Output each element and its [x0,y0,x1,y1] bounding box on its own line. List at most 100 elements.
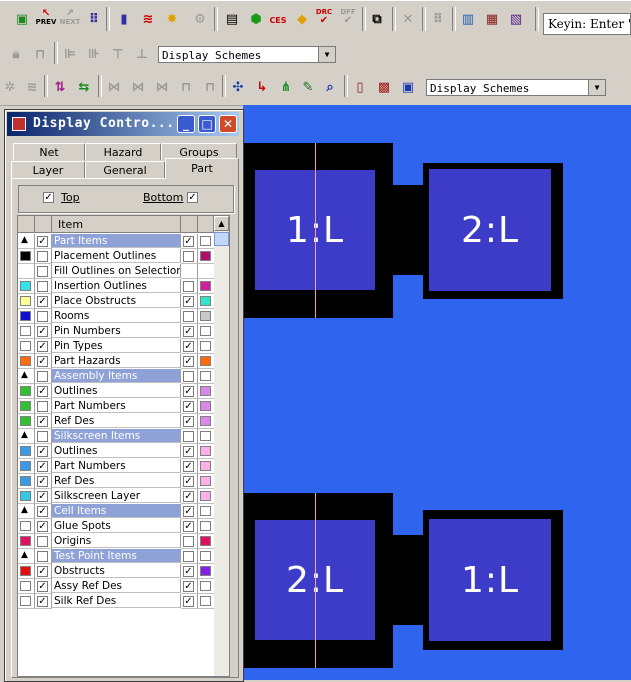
visibility-checkbox[interactable] [37,251,48,262]
expand-cell[interactable]: ▲ [18,234,35,249]
keyin-field[interactable]: Keyin: Enter ' [543,13,631,35]
item-row[interactable]: ✓ Part Numbers ✓ [18,459,214,474]
color-swatch[interactable] [200,461,211,471]
visibility-checkbox[interactable]: ✓ [37,356,48,367]
secondary-color-cell[interactable] [198,399,214,414]
swap-pins-icon[interactable]: ⇅ [50,77,70,97]
visibility-checkbox[interactable]: ✓ [37,296,48,307]
color-cell[interactable] [18,534,35,549]
visibility-checkbox[interactable] [37,311,48,322]
item-row[interactable]: ✓ Silkscreen Layer ✓ [18,489,214,504]
visibility-checkbox[interactable] [37,281,48,292]
color-swatch[interactable] [200,476,211,486]
secondary-color-cell[interactable] [198,489,214,504]
visibility-checkbox[interactable] [37,401,48,412]
secondary-checkbox[interactable] [183,251,194,262]
secondary-color-cell[interactable] [198,294,214,309]
probe-icon[interactable]: ✎ [298,77,318,97]
tab-net[interactable]: Net [13,143,85,160]
align-left-icon[interactable]: ⊫ [60,44,80,64]
secondary-checkbox[interactable] [183,281,194,292]
color-swatch[interactable] [20,416,31,426]
item-row[interactable]: ✓ Assy Ref Des ✓ [18,579,214,594]
fanout-icon[interactable]: ✸ [162,9,182,29]
visibility-checkbox[interactable]: ✓ [37,326,48,337]
tool-lock-icon[interactable]: ⊓ [176,77,196,97]
color-swatch[interactable] [200,551,211,561]
secondary-checkbox[interactable] [183,431,194,442]
secondary-color-cell[interactable] [198,429,214,444]
tool-a-icon[interactable]: ⋈ [104,77,124,97]
tab-layer[interactable]: Layer [11,161,85,178]
disabled-tool-icon[interactable]: ⚙ [190,9,210,29]
group-row[interactable]: ▲ ✓ Part Items ✓ [18,234,214,249]
visibility-checkbox[interactable]: ✓ [37,386,48,397]
item-row[interactable]: Fill Outlines on Selection [18,264,214,279]
tool-c-icon[interactable]: ⋈ [152,77,172,97]
group-row[interactable]: ▲ Test Point Items [18,549,214,564]
color-swatch[interactable] [200,296,211,306]
color-swatch[interactable] [200,356,211,366]
secondary-color-cell[interactable] [198,504,214,519]
visibility-checkbox[interactable]: ✓ [37,581,48,592]
collapse-arrow-icon[interactable]: ▲ [21,505,28,515]
color-cell[interactable] [18,309,35,324]
secondary-checkbox[interactable]: ✓ [183,491,194,502]
item-row[interactable]: ✓ Pin Types ✓ [18,339,214,354]
swap-gates-icon[interactable]: ⇆ [74,77,94,97]
color-swatch[interactable] [200,251,211,261]
color-cell[interactable] [18,474,35,489]
visibility-checkbox[interactable]: ✓ [37,341,48,352]
secondary-checkbox[interactable]: ✓ [183,386,194,397]
secondary-checkbox[interactable]: ✓ [183,566,194,577]
secondary-color-cell[interactable] [198,594,214,609]
minimize-button[interactable]: _ [177,115,195,133]
top-checkbox[interactable]: ✓ [43,192,54,203]
chevron-down-icon[interactable]: ▼ [588,80,605,95]
properties-icon[interactable]: ▤ [222,9,242,29]
secondary-checkbox[interactable]: ✓ [183,401,194,412]
item-row[interactable]: ✓ Ref Des ✓ [18,474,214,489]
collapse-arrow-icon[interactable]: ▲ [21,430,28,440]
visibility-checkbox[interactable] [37,551,48,562]
prev-button[interactable]: ↖ PREV [36,7,57,27]
item-row[interactable]: ✓ Place Obstructs ✓ [18,294,214,309]
secondary-color-cell[interactable] [198,309,214,324]
layout-canvas[interactable]: 1:L 2:L 2:L 1:L [243,105,631,680]
color-cell[interactable] [18,249,35,264]
color-cell[interactable] [18,399,35,414]
matrix-icon[interactable]: ▩ [374,77,394,97]
netlist-icon[interactable]: ▦ [482,9,502,29]
expand-cell[interactable]: ▲ [18,429,35,444]
color-cell[interactable] [18,459,35,474]
go-icon[interactable]: ⬢ [246,9,266,29]
visibility-checkbox[interactable] [37,431,48,442]
secondary-color-cell[interactable] [198,249,214,264]
color-swatch[interactable] [200,431,211,441]
dff-button[interactable]: DFF ✔ [338,7,358,27]
color-swatch[interactable] [200,521,211,531]
secondary-color-cell[interactable] [198,234,214,249]
color-cell[interactable] [18,564,35,579]
secondary-color-cell[interactable] [198,459,214,474]
secondary-color-cell[interactable] [198,534,214,549]
item-row[interactable]: ✓ Glue Spots ✓ [18,519,214,534]
pad-bottom-right[interactable]: 1:L [429,519,551,641]
library-icon[interactable]: ▥ [458,9,478,29]
tab-part[interactable]: Part [165,158,239,179]
color-cell[interactable] [18,444,35,459]
color-swatch[interactable] [20,296,31,306]
secondary-checkbox[interactable]: ✓ [183,296,194,307]
collapse-arrow-icon[interactable]: ▲ [21,550,28,560]
fan-icon[interactable]: ⋔ [276,77,296,97]
group-row[interactable]: ▲ Silkscreen Items [18,429,214,444]
secondary-color-cell[interactable] [198,474,214,489]
visibility-checkbox[interactable]: ✓ [37,566,48,577]
window-icon[interactable]: ▣ [398,77,418,97]
lock-icon[interactable]: 🔒︎ [6,44,26,64]
collapse-arrow-icon[interactable]: ▲ [21,235,28,245]
color-cell[interactable] [18,384,35,399]
color-swatch[interactable] [20,281,31,291]
secondary-color-cell[interactable] [198,384,214,399]
item-row[interactable]: ✓ Silk Ref Des ✓ [18,594,214,609]
